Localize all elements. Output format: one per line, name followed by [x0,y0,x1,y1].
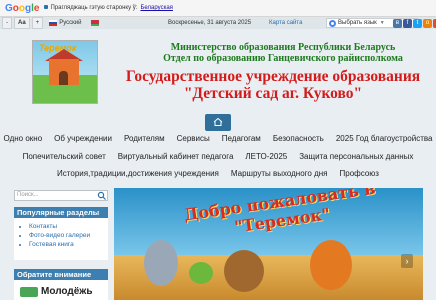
translate-bar-text: Прагляджаць гэтую старонку ў: [44,5,137,11]
nav-item[interactable]: Сервисы [171,134,216,143]
flag-ru-icon [49,20,58,26]
nav-item[interactable]: Об учреждении [48,134,118,143]
font-increase-button[interactable]: + [31,17,44,29]
translate-language-link[interactable]: Беларуская [140,5,172,11]
nav-item[interactable]: Безопасность [267,134,330,143]
top-toolbar: - Aa + Русский Воскресенье, 31 августа 2… [0,17,436,29]
odnoklassniki-icon[interactable]: о [423,19,432,28]
popular-sections-list: КонтактыФото-видео галереиГостевая книга [14,218,108,249]
nav-item[interactable]: Профсоюз [334,169,385,178]
nav-item[interactable]: Виртуальный кабинет педагога [112,152,240,161]
nav-row-3: История,традиции,достижения учреждения Ма… [0,169,436,178]
fox-character-image [310,240,352,290]
search-input[interactable]: Поиск... [14,190,108,201]
flag-by-icon[interactable] [91,20,100,26]
frog-character-image [189,262,213,284]
nav-item[interactable]: Маршруты выходного дня [225,169,334,178]
search-icon[interactable] [97,191,107,200]
home-button[interactable] [205,114,231,131]
youth-logo-icon [20,286,38,297]
sidebar-link[interactable]: Контакты [29,222,108,231]
main-navigation: Одно окно Об учреждении Родителям Сервисы Пе… [0,112,436,182]
social-links: вftоg [393,19,436,28]
attention-heading: Обратите внимание [14,269,108,280]
home-icon [213,118,223,126]
google-g-icon [329,19,336,27]
nav-item[interactable]: ЛЕТО-2025 [239,152,293,161]
font-decrease-button[interactable]: - [2,17,12,29]
nav-item[interactable]: Педагогам [216,134,267,143]
lock-icon [44,5,49,9]
door-shape [59,71,68,85]
language-ru-link[interactable]: Русский [49,20,100,26]
twitter-icon[interactable]: t [413,19,422,28]
nav-item[interactable]: История,традиции,достижения учреждения [51,169,225,178]
welcome-text: Добро пожаловать в "Теремок" [182,188,377,237]
hare-character-image [144,240,178,286]
font-normal-button[interactable]: Aa [14,17,30,29]
facebook-icon[interactable]: f [403,19,412,28]
youth-banner-link[interactable]: Молодёжь [20,286,93,297]
kindergarten-logo[interactable]: Теремок [32,40,98,104]
popular-sections-heading: Популярные разделы [14,207,108,218]
chevron-right-icon[interactable]: › [401,254,413,268]
nav-item[interactable]: 2025 Год благоустройства [330,134,436,143]
popular-sections-box: КонтактыФото-видео галереиГостевая книга [14,218,108,260]
vk-icon[interactable]: в [393,19,402,28]
site-header: Теремок Министерство образования Республ… [0,29,436,112]
current-date: Воскресенье, 31 августа 2025 [168,20,252,26]
ministry-heading: Министерство образования Республики Бела… [163,42,403,64]
translate-bar: Google Прагляджаць гэтую старонку ў: Бел… [0,0,436,17]
nav-row-2: Попечительский совет Виртуальный кабинет … [0,152,436,161]
sidebar-link[interactable]: Фото-видео галереи [29,231,108,240]
nav-row-1: Одно окно Об учреждении Родителям Сервисы Пе… [0,134,436,143]
chevron-down-icon: ▼ [379,20,385,26]
sidebar-link[interactable]: Гостевая книга [29,240,108,249]
nav-item[interactable]: Защита персональных данных [293,152,419,161]
google-logo: Google [5,2,40,14]
nav-item[interactable]: Родителям [118,134,171,143]
site-map-link[interactable]: Карта сайта [269,20,302,26]
bear-character-image [224,250,264,292]
site-title: Государственное учреждение образования "… [125,68,421,102]
nav-item[interactable]: Попечительский совет [17,152,112,161]
nav-item[interactable]: Одно окно [0,134,48,143]
welcome-slider[interactable]: Добро пожаловать в "Теремок" › [114,188,423,300]
